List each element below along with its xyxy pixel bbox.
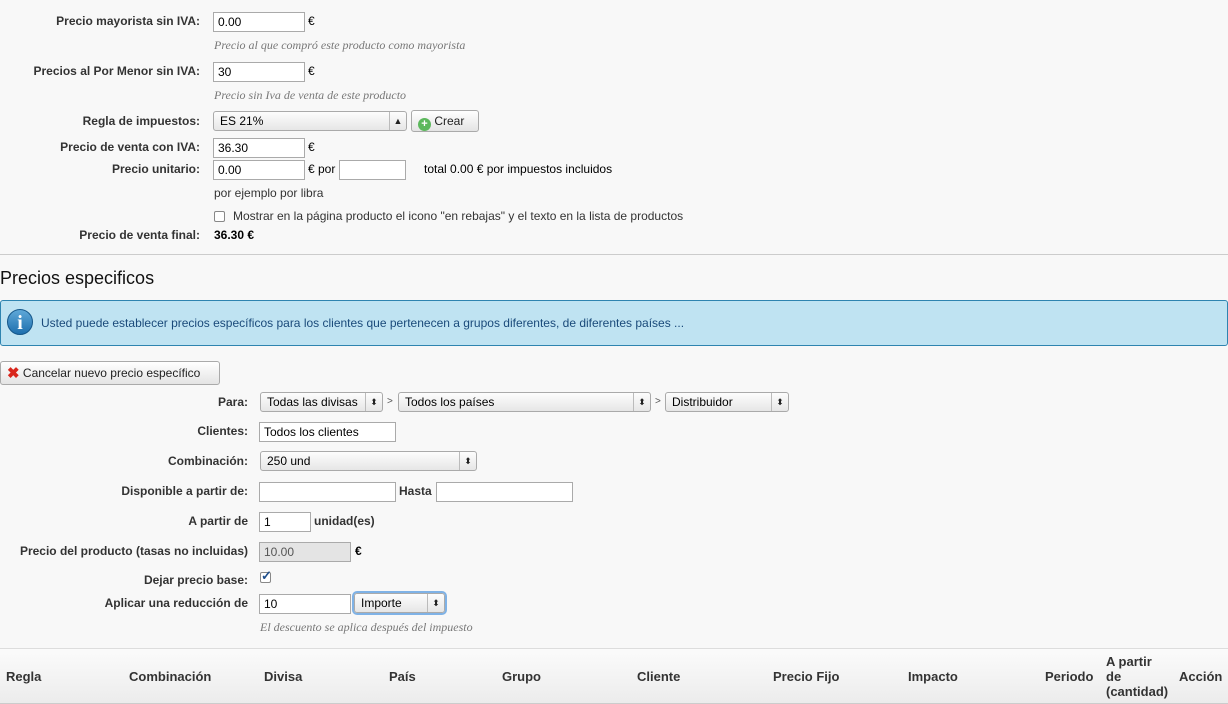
- tax-rule-label: Regla de impuestos:: [82, 114, 200, 128]
- currency-select[interactable]: Todas las divisas ⬍: [260, 392, 383, 412]
- retail-currency: €: [308, 64, 315, 78]
- wholesale-hint: Precio al que compró este producto como …: [214, 38, 466, 52]
- column-header-line: (cantidad): [1106, 684, 1169, 699]
- info-box: i Usted puede establecer precios específ…: [0, 300, 1228, 346]
- column-header-a-partir-de: A partir de (cantidad): [1106, 654, 1168, 699]
- info-icon: i: [7, 309, 33, 335]
- select-arrows-icon: ▲: [389, 112, 406, 130]
- select-arrows-icon: ⬍: [459, 452, 476, 470]
- gt-separator: >: [387, 396, 393, 407]
- checkmark-icon: ✓: [261, 568, 272, 583]
- unit-price-input[interactable]: [213, 160, 305, 180]
- on-sale-label: Mostrar en la página producto el icono "…: [233, 209, 684, 223]
- unit-price-per: € por: [308, 162, 336, 176]
- column-header-impacto: Impacto: [908, 669, 958, 684]
- sale-price-input[interactable]: [213, 138, 305, 158]
- retail-price-input[interactable]: [213, 62, 305, 82]
- column-header-line: A partir: [1106, 654, 1152, 669]
- country-select-value: Todos los países: [405, 395, 495, 409]
- reduction-type-value: Importe: [361, 596, 402, 610]
- retail-hint: Precio sin Iva de venta de este producto: [214, 88, 407, 102]
- cancel-specific-price-button[interactable]: ✖ Cancelar nuevo precio específico: [0, 361, 220, 385]
- wholesale-price-input[interactable]: [213, 12, 305, 32]
- clients-input[interactable]: [259, 422, 396, 442]
- currency-select-value: Todas las divisas: [267, 395, 358, 409]
- column-header-combinacion: Combinación: [129, 669, 212, 684]
- group-select-value: Distribuidor: [672, 395, 733, 409]
- select-arrows-icon: ⬍: [771, 393, 788, 411]
- column-header-line: de: [1106, 669, 1122, 684]
- keep-base-price-label: Dejar precio base:: [143, 573, 248, 587]
- specific-prices-table-header: Regla Combinación Divisa País Grupo Clie…: [0, 648, 1228, 704]
- from-quantity-label: A partir de: [188, 514, 248, 528]
- column-header-regla: Regla: [6, 669, 42, 684]
- tax-rule-select[interactable]: ES 21% ▲: [213, 111, 407, 131]
- final-price-value: 36.30 €: [214, 228, 255, 242]
- reduction-type-select[interactable]: Importe ⬍: [354, 593, 445, 613]
- country-select[interactable]: Todos los países ⬍: [398, 392, 651, 412]
- final-price-label: Precio de venta final:: [79, 228, 200, 242]
- available-from-input[interactable]: [259, 482, 396, 502]
- reduction-label: Aplicar una reducción de: [104, 596, 248, 610]
- select-arrows-icon: ⬍: [365, 393, 382, 411]
- specific-prices-title: Precios especificos: [0, 268, 155, 288]
- sale-price-currency: €: [308, 140, 315, 154]
- units-label: unidad(es): [314, 514, 375, 528]
- product-price-input[interactable]: [259, 542, 351, 562]
- group-select[interactable]: Distribuidor ⬍: [665, 392, 789, 412]
- info-text: Usted puede establecer precios específic…: [41, 316, 685, 330]
- product-price-currency: €: [355, 544, 362, 558]
- select-arrows-icon: ⬍: [633, 393, 650, 411]
- column-header-divisa: Divisa: [264, 669, 303, 684]
- gt-separator: >: [655, 396, 661, 407]
- para-label: Para:: [217, 395, 248, 409]
- select-arrows-icon: ⬍: [427, 594, 444, 612]
- reduction-input[interactable]: [259, 594, 351, 614]
- column-header-grupo: Grupo: [502, 669, 541, 684]
- create-label: Crear: [434, 114, 465, 128]
- cancel-label: Cancelar nuevo precio específico: [22, 366, 201, 380]
- from-quantity-input[interactable]: [259, 512, 311, 532]
- combination-value: 250 und: [267, 454, 311, 468]
- create-tax-rule-button[interactable]: + Crear: [411, 110, 479, 132]
- available-from-label: Disponible a partir de:: [121, 484, 248, 498]
- column-header-periodo: Periodo: [1045, 669, 1094, 684]
- unit-price-label: Precio unitario:: [111, 162, 200, 176]
- section-divider: [0, 254, 1228, 255]
- column-header-pais: País: [389, 669, 416, 684]
- combination-select[interactable]: 250 und ⬍: [260, 451, 477, 471]
- column-header-accion: Acción: [1179, 669, 1223, 684]
- sale-price-label: Precio de venta con IVA:: [60, 140, 200, 154]
- until-label: Hasta: [399, 484, 432, 498]
- column-header-precio-fijo: Precio Fijo: [773, 669, 840, 684]
- available-until-input[interactable]: [436, 482, 573, 502]
- plus-circle-icon: +: [418, 118, 431, 131]
- clients-label: Clientes:: [197, 424, 248, 438]
- wholesale-currency: €: [308, 14, 315, 28]
- red-x-icon: ✖: [7, 365, 20, 382]
- combination-label: Combinación:: [168, 454, 248, 468]
- tax-rule-value: ES 21%: [220, 114, 264, 128]
- unit-price-unit-input[interactable]: [339, 160, 406, 180]
- product-price-label: Precio del producto (tasas no incluidas): [19, 544, 248, 558]
- keep-base-price-checkbox[interactable]: ✓: [260, 568, 272, 583]
- wholesale-price-label: Precio mayorista sin IVA:: [56, 14, 200, 28]
- column-header-cliente: Cliente: [637, 669, 681, 684]
- unit-hint: por ejemplo por libra: [214, 186, 324, 200]
- retail-price-label: Precios al Por Menor sin IVA:: [33, 64, 201, 78]
- reduction-hint: El descuento se aplica después del impue…: [260, 620, 473, 634]
- unit-total-text: total 0.00 € por impuestos incluidos: [424, 162, 613, 176]
- on-sale-checkbox[interactable]: [214, 211, 225, 222]
